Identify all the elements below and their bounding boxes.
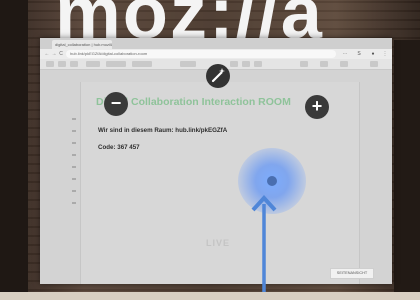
toolbar-size-select[interactable] xyxy=(180,61,196,67)
toolbar-print-icon[interactable] xyxy=(70,61,78,67)
pointer-dot xyxy=(267,176,277,186)
up-arrow-icon xyxy=(251,195,277,296)
magic-wand-icon xyxy=(211,68,225,83)
toolbar-font-select[interactable] xyxy=(132,61,152,67)
toolbar-align-icon[interactable] xyxy=(320,61,328,67)
vertical-ruler xyxy=(72,118,76,208)
magic-wand-button[interactable] xyxy=(206,64,230,88)
room-code-text: Code: 367 457 xyxy=(98,144,140,151)
toolbar-italic-icon[interactable] xyxy=(242,61,250,67)
toolbar-redo-icon[interactable] xyxy=(58,61,66,67)
extension-s-icon[interactable]: S xyxy=(356,51,362,57)
browser-tab[interactable]: digital_collaboration | hub.mozilla xyxy=(52,40,112,49)
bottom-shelf xyxy=(0,292,420,300)
reload-button[interactable]: C xyxy=(58,51,64,57)
back-button[interactable]: ← xyxy=(44,51,50,57)
live-watermark: LIVE xyxy=(206,238,231,248)
page-view-button[interactable]: SEITENANSICHT xyxy=(330,268,374,279)
toolbar-link-icon[interactable] xyxy=(300,61,308,67)
toolbar-list-icon[interactable] xyxy=(340,61,348,67)
zoom-out-button[interactable]: − xyxy=(104,92,128,116)
toolbar-underline-icon[interactable] xyxy=(254,61,262,67)
url-field[interactable]: hub.link/pkEGZfA/digital-collaboration-r… xyxy=(66,50,336,58)
browser-menu-icon[interactable]: ⋮ xyxy=(382,51,388,57)
right-dark-panel xyxy=(394,40,420,300)
toolbar-undo-icon[interactable] xyxy=(46,61,54,67)
toolbar-zoom-select[interactable] xyxy=(86,61,100,67)
profile-avatar-icon[interactable]: ● xyxy=(370,51,376,57)
forward-button[interactable]: → xyxy=(51,51,57,57)
browser-tab-bar: digital_collaboration | hub.mozilla xyxy=(40,38,392,49)
room-link-text: Wir sind in diesem Raum: hub.link/pkEGZf… xyxy=(98,127,228,134)
zoom-in-button[interactable]: + xyxy=(305,95,329,119)
more-icon[interactable]: ⋯ xyxy=(342,51,348,57)
toolbar-more-icon[interactable] xyxy=(370,61,378,67)
left-dark-panel xyxy=(0,0,28,300)
toolbar-bold-icon[interactable] xyxy=(230,61,238,67)
toolbar-style-select[interactable] xyxy=(106,61,126,67)
